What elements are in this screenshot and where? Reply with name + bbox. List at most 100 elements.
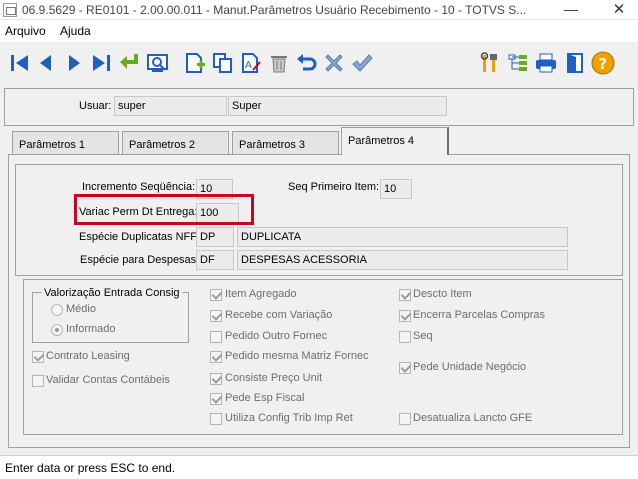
new-button[interactable] [183,51,207,75]
minimize-button[interactable]: — [556,0,586,20]
contrato-leasing-checkbox[interactable] [32,351,44,363]
item-agregado-checkbox[interactable] [210,289,222,301]
title-bar: 06.9.5629 - RE0101 - 2.00.00.011 - Manut… [0,0,638,20]
pedido-outro-checkbox[interactable] [210,331,222,343]
pedido-outro-label: Pedido Outro Fornec [225,330,328,342]
first-record-icon [11,55,28,71]
seq-primeiro-label: Seq Primeiro Item: [288,181,380,193]
utiliza-config-label: Utiliza Config Trib Imp Ret [225,412,353,424]
copy-button[interactable] [211,51,235,75]
help-button[interactable]: ? [591,51,615,75]
incremento-label: Incremento Seqüência: [82,181,196,193]
descto-item-label: Descto Item [413,288,472,300]
new-document-icon [186,53,205,73]
menu-ajuda[interactable]: Ajuda [60,24,91,38]
first-record-button[interactable] [8,51,32,75]
status-bar: Enter data or press ESC to end. [0,455,638,479]
window-title: 06.9.5629 - RE0101 - 2.00.00.011 - Manut… [22,3,527,17]
cancel-x-icon [325,54,343,72]
tab-parametros-2[interactable]: Parâmetros 2 [122,131,229,155]
user-label: Usuar: [79,100,112,112]
print-button[interactable] [534,51,558,75]
edit-button[interactable]: A [239,51,263,75]
undo-icon [297,54,317,71]
previous-record-button[interactable] [34,51,58,75]
svg-text:?: ? [599,55,608,73]
tree-structure-icon [508,54,527,71]
user-panel: Usuar: super Super [4,88,634,126]
radio-medio[interactable] [51,304,63,316]
goto-arrow-icon [120,54,138,69]
consiste-preco-checkbox[interactable] [210,373,222,385]
last-record-icon [93,55,110,71]
menu-bar: Arquivo Ajuda [0,20,638,42]
despesas-label: Espécie para Despesas: [80,254,200,266]
last-record-button[interactable] [89,51,113,75]
pede-unidade-label: Pede Unidade Negócio [413,361,527,373]
tree-button[interactable] [506,51,530,75]
printer-icon [536,53,556,73]
validar-contas-checkbox[interactable] [32,375,44,387]
radio-informado-label: Informado [66,323,116,335]
consiste-preco-label: Consiste Preço Unit [225,372,323,384]
pedido-matriz-label: Pedido mesma Matriz Fornec [225,350,369,362]
seq-checkbox[interactable] [399,331,411,343]
tab-parametros-3[interactable]: Parâmetros 3 [232,131,339,155]
parameters-bottom-panel: Valorização Entrada Consig Médio Informa… [23,279,623,435]
desatualiza-lancto-checkbox[interactable] [399,413,411,425]
delete-button[interactable] [267,51,291,75]
despesas-code-field[interactable]: DF [196,250,234,270]
duplicatas-code-field[interactable]: DP [196,227,234,247]
svg-text:A: A [245,60,252,71]
seq-label: Seq [413,330,433,342]
tab-parametros-1[interactable]: Parâmetros 1 [12,131,119,155]
trash-icon [271,56,287,73]
utiliza-config-checkbox[interactable] [210,413,222,425]
edit-document-icon: A [242,53,261,73]
despesas-desc-field: DESPESAS ACESSORIA [237,250,568,270]
exit-button[interactable] [563,51,587,75]
search-icon [147,54,168,72]
next-record-button[interactable] [62,51,86,75]
menu-arquivo[interactable]: Arquivo [5,24,46,38]
app-window-icon [3,3,17,17]
desatualiza-lancto-label: Desatualiza Lancto GFE [413,412,533,424]
previous-record-icon [40,55,51,71]
tab-parametros-4[interactable]: Parâmetros 4 [341,127,449,155]
highlight-box [74,194,254,225]
checkmark-icon [352,54,373,72]
validar-contas-label: Validar Contas Contábeis [46,374,170,386]
radio-informado[interactable] [51,324,63,336]
duplicatas-desc-field: DUPLICATA [237,227,568,247]
search-button[interactable] [146,51,170,75]
undo-button[interactable] [294,51,318,75]
toolbar: A ? [0,42,638,86]
save-button[interactable] [350,51,374,75]
tools-button[interactable] [478,51,502,75]
pede-esp-fiscal-checkbox[interactable] [210,393,222,405]
radio-medio-label: Médio [66,303,96,315]
copy-icon [213,53,232,73]
user-code-field[interactable]: super [114,96,227,116]
pedido-matriz-checkbox[interactable] [210,351,222,363]
pede-unidade-checkbox[interactable] [399,362,411,374]
close-button[interactable]: ✕ [600,0,638,20]
exit-door-icon [567,53,583,73]
duplicatas-label: Espécie Duplicatas NFF: [79,231,201,243]
cancel-button[interactable] [322,51,346,75]
seq-primeiro-field[interactable]: 10 [380,179,412,199]
descto-item-checkbox[interactable] [399,289,411,301]
recebe-variacao-checkbox[interactable] [210,310,222,322]
contrato-leasing-label: Contrato Leasing [46,350,130,362]
pede-esp-fiscal-label: Pede Esp Fiscal [225,392,305,404]
goto-button[interactable] [118,51,142,75]
item-agregado-label: Item Agregado [225,288,297,300]
next-record-icon [69,55,80,71]
encerra-parcelas-label: Encerra Parcelas Compras [413,309,546,321]
status-text: Enter data or press ESC to end. [5,461,176,475]
help-question-icon: ? [591,51,615,75]
valorizacao-title: Valorização Entrada Consig [42,287,182,299]
tools-icon [480,52,497,72]
encerra-parcelas-checkbox[interactable] [399,310,411,322]
recebe-variacao-label: Recebe com Variação [225,309,333,321]
